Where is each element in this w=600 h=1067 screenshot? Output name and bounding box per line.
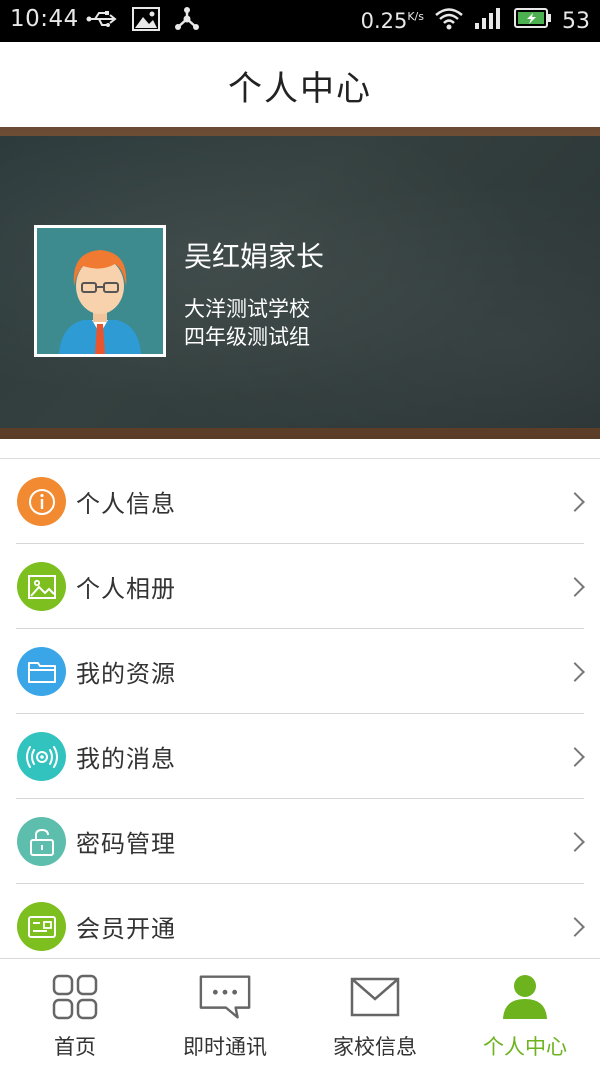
status-bar: 10:44 0.25K/s 53 <box>0 0 600 42</box>
menu-item-personal-info[interactable]: 个人信息 <box>0 459 600 544</box>
status-time: 10:44 <box>10 6 79 32</box>
profile-banner: 吴红娟家长 大洋测试学校 四年级测试组 <box>0 127 600 439</box>
avatar-illustration <box>37 228 163 354</box>
tab-school-info[interactable]: 家校信息 <box>300 959 450 1067</box>
tab-label: 个人中心 <box>483 1035 567 1059</box>
bottom-tab-bar: 首页 即时通讯 家校信息 个人中心 <box>0 958 600 1067</box>
status-system-icons: 0.25K/s 53 <box>361 6 590 36</box>
chevron-right-icon <box>565 491 585 512</box>
broadcast-icon <box>17 732 66 781</box>
share-node-icon <box>174 7 200 35</box>
tab-label: 首页 <box>54 1035 96 1059</box>
mail-icon <box>347 973 403 1021</box>
chevron-right-icon <box>565 916 585 937</box>
title-bar: 个人中心 <box>0 42 600 128</box>
chevron-right-icon <box>565 576 585 597</box>
battery-level: 53 <box>562 8 590 34</box>
info-icon <box>17 477 66 526</box>
network-speed: 0.25K/s <box>360 9 424 33</box>
tab-home[interactable]: 首页 <box>0 959 150 1067</box>
menu-item-label: 我的资源 <box>76 660 176 688</box>
menu-item-album[interactable]: 个人相册 <box>0 544 600 629</box>
signal-icon <box>474 7 504 35</box>
profile-school: 大洋测试学校 <box>184 297 310 321</box>
menu-list: 个人信息 个人相册 我的资源 我的消息 密码管理 会员开通 <box>0 458 600 969</box>
menu-item-password[interactable]: 密码管理 <box>0 799 600 884</box>
avatar[interactable] <box>34 225 166 357</box>
profile-group: 四年级测试组 <box>184 325 310 349</box>
image-icon <box>17 562 66 611</box>
menu-item-label: 个人信息 <box>76 490 176 518</box>
chevron-right-icon <box>565 746 585 767</box>
menu-item-label: 我的消息 <box>76 745 176 773</box>
tab-label: 即时通讯 <box>183 1035 267 1059</box>
menu-item-label: 会员开通 <box>76 915 176 943</box>
folder-icon <box>17 647 66 696</box>
card-icon <box>17 902 66 951</box>
lock-icon <box>17 817 66 866</box>
tab-instant-messaging[interactable]: 即时通讯 <box>150 959 300 1067</box>
profile-name: 吴红娟家长 <box>184 240 325 273</box>
page-title: 个人中心 <box>228 68 372 109</box>
gallery-icon <box>132 7 160 35</box>
menu-item-resources[interactable]: 我的资源 <box>0 629 600 714</box>
tab-personal-center[interactable]: 个人中心 <box>450 959 600 1067</box>
tab-label: 家校信息 <box>333 1035 417 1059</box>
person-icon <box>497 973 553 1021</box>
wifi-icon <box>434 6 464 36</box>
chevron-right-icon <box>565 661 585 682</box>
chat-icon <box>197 973 253 1021</box>
status-notification-icons <box>86 7 200 35</box>
chevron-right-icon <box>565 831 585 852</box>
menu-item-label: 密码管理 <box>76 830 176 858</box>
battery-icon <box>514 7 552 35</box>
menu-item-label: 个人相册 <box>76 575 176 603</box>
menu-item-messages[interactable]: 我的消息 <box>0 714 600 799</box>
grid-icon <box>47 973 103 1021</box>
menu-item-membership[interactable]: 会员开通 <box>0 884 600 969</box>
chalkboard-background: 吴红娟家长 大洋测试学校 四年级测试组 <box>0 136 600 428</box>
usb-icon <box>86 9 118 33</box>
